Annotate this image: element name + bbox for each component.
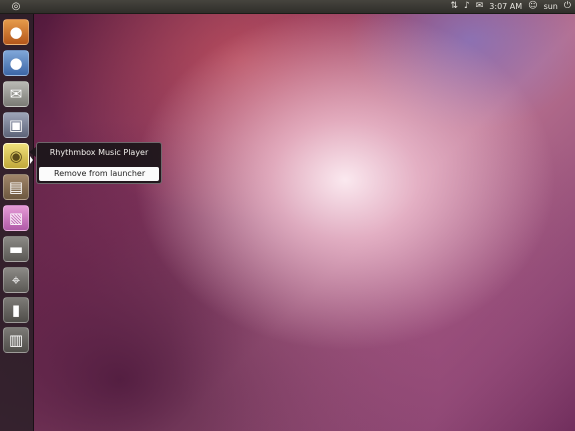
trash-icon: ▥ bbox=[8, 331, 24, 349]
launcher-item-workspace-switcher[interactable]: ▧ bbox=[3, 205, 29, 231]
system-tray: ⇅ ♪ ✉ 3:07 AM ☺ sun ⏻ bbox=[450, 0, 571, 13]
launcher-item-trash[interactable]: ▥ bbox=[3, 327, 29, 353]
firefox-icon: ● bbox=[9, 23, 23, 41]
launcher-item-files[interactable]: ▬ bbox=[3, 236, 29, 262]
launcher-item-shotwell[interactable]: ▣ bbox=[3, 112, 29, 138]
launcher-item-applications[interactable]: ⌖ bbox=[3, 267, 29, 293]
photo-viewer-icon: ▣ bbox=[8, 116, 24, 134]
launcher-item-firefox[interactable]: ● bbox=[3, 19, 29, 45]
mail-icon[interactable]: ✉ bbox=[476, 0, 484, 13]
ubuntu-logo-icon[interactable]: ◎ bbox=[10, 1, 22, 12]
quicklist-pointer bbox=[29, 147, 36, 157]
power-icon[interactable]: ⏻ bbox=[564, 0, 571, 13]
usb-icon: ▮ bbox=[11, 301, 21, 319]
desktop-wallpaper bbox=[0, 0, 575, 431]
top-panel: ◎ ⇅ ♪ ✉ 3:07 AM ☺ sun ⏻ bbox=[0, 0, 575, 14]
speaker-icon: ◉ bbox=[9, 147, 23, 165]
user-name[interactable]: sun bbox=[544, 0, 558, 13]
workspace-icon: ▧ bbox=[8, 209, 24, 227]
volume-icon[interactable]: ♪ bbox=[464, 0, 470, 13]
remove-from-launcher-menu-item[interactable]: Remove from launcher bbox=[39, 167, 159, 181]
launcher-item-software-center[interactable]: ▤ bbox=[3, 174, 29, 200]
launcher: ● ● ✉ ▣ ◉ ▤ ▧ ▬ ⌖ ▮ ▥ bbox=[0, 14, 34, 431]
network-icon[interactable]: ⇅ bbox=[450, 0, 458, 13]
shopping-bag-icon: ▤ bbox=[8, 178, 24, 196]
envelope-icon: ✉ bbox=[9, 85, 23, 103]
launcher-item-rhythmbox[interactable]: ◉ bbox=[3, 143, 29, 169]
folder-icon: ▬ bbox=[8, 240, 24, 258]
quicklist-title: Rhythmbox Music Player bbox=[49, 148, 149, 157]
launcher-item-mail[interactable]: ✉ bbox=[3, 81, 29, 107]
quicklist-menu: Rhythmbox Music Player Remove from launc… bbox=[36, 142, 162, 184]
launcher-item-empathy[interactable]: ● bbox=[3, 50, 29, 76]
active-indicator-arrow bbox=[30, 156, 33, 164]
user-icon[interactable]: ☺ bbox=[528, 0, 537, 13]
clock[interactable]: 3:07 AM bbox=[489, 0, 522, 13]
chat-bubbles-icon: ● bbox=[9, 54, 23, 72]
apps-icon: ⌖ bbox=[11, 271, 21, 289]
launcher-item-usb-drive[interactable]: ▮ bbox=[3, 297, 29, 323]
